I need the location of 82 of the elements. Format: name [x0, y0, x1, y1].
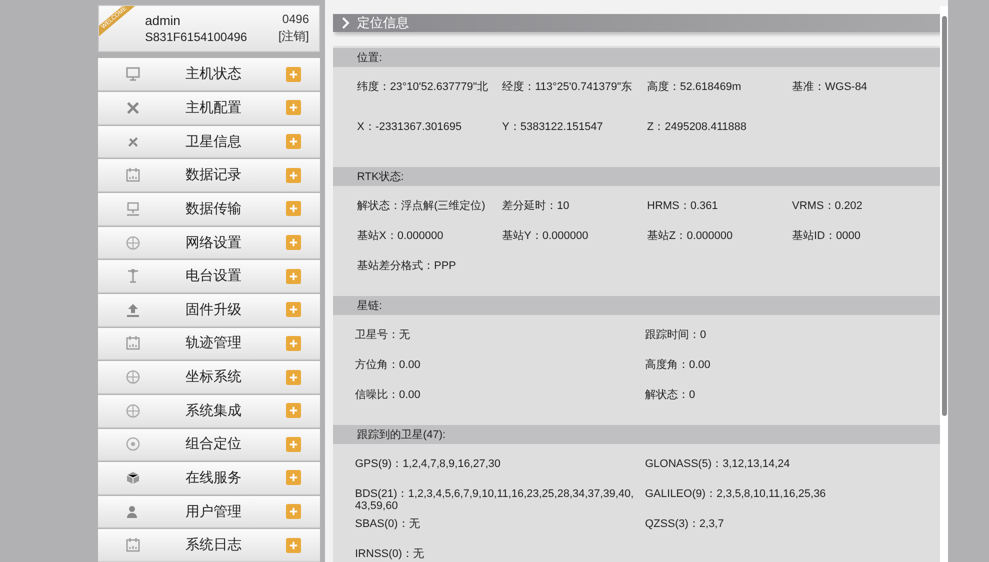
expand-icon[interactable]: [286, 538, 301, 553]
expand-icon[interactable]: [286, 470, 301, 486]
sidebar-item[interactable]: 卫星信息: [98, 126, 320, 158]
monitor-icon: [125, 66, 141, 82]
sidebar-item[interactable]: 数据传输: [98, 193, 320, 226]
sidebar-item[interactable]: 固件升级: [98, 294, 320, 327]
expand-icon[interactable]: [286, 268, 301, 284]
globe-icon: [125, 369, 141, 386]
expand-icon[interactable]: [286, 302, 301, 318]
target-icon: [125, 436, 141, 452]
expand-icon[interactable]: [286, 336, 301, 351]
sidebar-item[interactable]: 在线服务: [98, 462, 320, 495]
sidebar-item[interactable]: 系统集成: [98, 394, 320, 428]
info-field: 基站X：0.000000: [357, 226, 502, 256]
expand-icon[interactable]: [286, 168, 301, 183]
network-icon: [125, 200, 141, 217]
globe-icon: [125, 402, 141, 419]
info-field: 基站Z：0.000000: [647, 226, 792, 256]
info-field: BDS(21)：1,2,3,4,5,6,7,9,10,11,16,23,25,28,34,37,39,40,43,59,60: [355, 484, 645, 514]
info-field: QZSS(3)：2,3,7: [645, 514, 935, 544]
info-field: Y：5383122.151547: [502, 117, 647, 157]
info-field: IRNSS(0)：无: [355, 544, 645, 562]
info-field: 经度：113°25'0.741379"东: [502, 77, 647, 117]
logout-link[interactable]: [注销]: [278, 28, 309, 46]
info-field: 基站差分格式：PPP: [357, 256, 502, 286]
info-field: 方位角：0.00: [355, 355, 645, 385]
info-field: 差分延时：10: [502, 196, 647, 226]
section-title: 星链:: [357, 299, 382, 313]
sidebar-item[interactable]: 坐标系统: [98, 361, 320, 394]
chevron-icon: [341, 17, 351, 29]
sidebar-item[interactable]: 轨迹管理: [98, 328, 320, 360]
upload-icon: [125, 302, 141, 318]
sidebar-item[interactable]: 组合定位: [98, 428, 320, 462]
info-field: GPS(9)：1,2,4,7,8,9,16,27,30: [355, 454, 645, 484]
info-field: 高度角：0.00: [645, 355, 935, 385]
globe-icon: [125, 234, 141, 250]
info-field: 高度：52.618469m: [647, 77, 792, 117]
info-field: 基站Y：0.000000: [502, 226, 647, 256]
panel-title: 定位信息: [357, 14, 409, 32]
expand-icon[interactable]: [286, 504, 301, 520]
sidebar-item[interactable]: 系统日志: [98, 529, 320, 562]
calendar-icon: [125, 537, 141, 554]
calendar-icon: [125, 335, 141, 352]
info-field: 基站ID：0000: [792, 226, 937, 256]
section-title: 位置:: [357, 51, 382, 65]
info-field: GLONASS(5)：3,12,13,14,24: [645, 454, 935, 484]
info-field: 跟踪时间：0: [645, 325, 935, 355]
cube-icon: [125, 470, 141, 486]
username: admin: [145, 13, 182, 28]
sidebar-item[interactable]: 主机状态: [98, 58, 320, 92]
info-field: VRMS：0.202: [792, 196, 937, 226]
sidebar-item[interactable]: 主机配置: [98, 92, 320, 125]
info-field: GALILEO(9)：2,3,5,8,10,11,16,25,36: [645, 484, 935, 514]
antenna-icon: [125, 268, 141, 284]
section-title: 跟踪到的卫星(47):: [357, 428, 446, 442]
calendar-icon: [125, 167, 141, 184]
info-field: 卫星号：无: [355, 325, 645, 355]
expand-icon[interactable]: [286, 436, 301, 452]
expand-icon[interactable]: [286, 370, 301, 385]
expand-icon[interactable]: [286, 235, 301, 250]
sidebar-item[interactable]: 网络设置: [98, 226, 320, 260]
scrollbar[interactable]: [940, 6, 948, 562]
device-code: 0496: [282, 12, 309, 26]
info-field: Z：2495208.411888: [647, 117, 792, 157]
info-field: 解状态：0: [645, 385, 935, 415]
info-field: 纬度：23°10'52.637779"北: [357, 77, 502, 117]
expand-icon[interactable]: [286, 134, 301, 150]
sidebar-item[interactable]: 数据记录: [98, 159, 320, 192]
expand-icon[interactable]: [286, 100, 301, 116]
expand-icon[interactable]: [286, 66, 301, 82]
serial-number: S831F6154100496: [145, 30, 248, 44]
info-field: SBAS(0)：无: [355, 514, 645, 544]
sidebar-item[interactable]: 用户管理: [98, 496, 320, 528]
info-field: 信噪比：0.00: [355, 385, 645, 415]
info-field: 基准：WGS-84: [792, 77, 937, 117]
sidebar-item[interactable]: 电台设置: [98, 260, 320, 293]
section-title: RTK状态:: [357, 170, 404, 184]
expand-icon[interactable]: [286, 403, 301, 418]
info-field: X：-2331367.301695: [357, 117, 502, 157]
info-field: HRMS：0.361: [647, 196, 792, 226]
expand-icon[interactable]: [286, 201, 301, 216]
info-field: 解状态：浮点解(三维定位): [357, 196, 502, 226]
